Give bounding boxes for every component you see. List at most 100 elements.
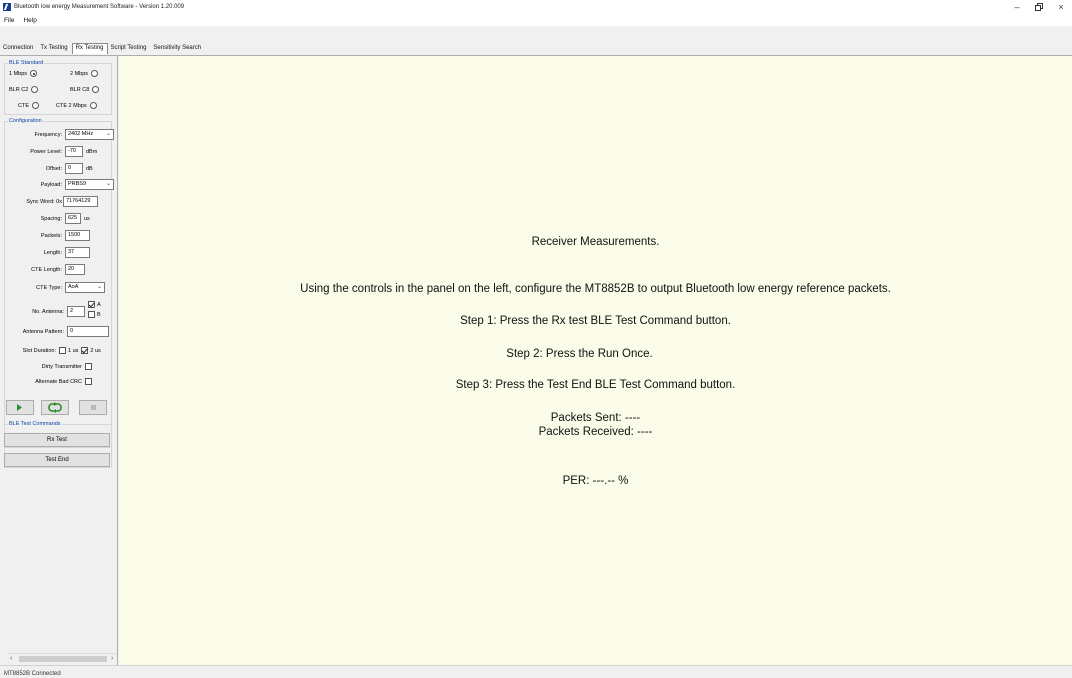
spacing-input[interactable]: 625 (65, 213, 81, 224)
slot-duration-label: Slot Duration: (22, 347, 56, 354)
antenna-a[interactable]: A (88, 301, 101, 308)
loop-icon (48, 402, 62, 413)
scrollbar-thumb[interactable] (19, 656, 107, 662)
spacing-row: Spacing: 625 us (4, 213, 90, 224)
cte-type-dropdown[interactable]: AoA ⌄ (65, 282, 105, 293)
radio-cte-label: CTE (18, 102, 29, 109)
radio-1mbps[interactable]: 1 Mbps (9, 70, 38, 77)
chevron-down-icon: ⌄ (96, 284, 102, 290)
window-title: Bluetooth low energy Measurement Softwar… (14, 4, 185, 10)
chevron-down-icon: ⌄ (105, 131, 111, 137)
stop-icon (90, 405, 96, 410)
packets-input[interactable]: 1500 (65, 230, 90, 241)
frequency-row: Frequency: 2402 MHz ⌄ (4, 129, 114, 140)
radio-blr-c2[interactable]: BLR C2 (9, 86, 39, 93)
radio-blr-c8-button[interactable] (92, 86, 100, 93)
ble-test-commands-title: BLE Test Commands (8, 421, 62, 428)
slot-1us-checkbox[interactable] (59, 347, 66, 354)
dirty-transmitter-label: Dirty Transmitter (41, 363, 82, 370)
stop-button[interactable] (79, 400, 107, 415)
menu-help[interactable]: Help (23, 17, 36, 24)
antennas-input[interactable]: 2 (67, 306, 85, 317)
run-continuous-button[interactable] (41, 400, 69, 415)
scroll-left-arrow-icon[interactable]: ‹ (10, 654, 12, 664)
radio-1mbps-button[interactable] (30, 70, 38, 77)
sync-word-input[interactable]: 71764129 (63, 196, 98, 207)
power-input[interactable]: -70 (65, 146, 83, 157)
length-input[interactable]: 37 (65, 247, 90, 258)
length-row: Length: 37 (4, 247, 90, 258)
step-2-text: Step 2: Press the Run Once. (506, 348, 653, 360)
panel-horizontal-scrollbar[interactable]: ‹ › (8, 653, 117, 664)
tab-bar: Connection Tx Testing Rx Testing Script … (0, 26, 1072, 54)
slot-2us-checkbox[interactable] (81, 347, 89, 354)
radio-2mbps[interactable]: 2 Mbps (70, 70, 99, 77)
radio-cte-2mbps[interactable]: CTE 2 Mbps (56, 102, 97, 109)
radio-2mbps-label: 2 Mbps (70, 70, 89, 77)
receiver-measurements-panel: Receiver Measurements. Using the control… (119, 56, 1072, 665)
tab-tx-testing[interactable]: Tx Testing (37, 43, 71, 54)
settings-panel: BLE Standard 1 Mbps 2 Mbps BLR C2 BLR C8… (0, 56, 118, 665)
radio-blr-c8[interactable]: BLR C8 (70, 86, 100, 93)
payload-row: Payload: PRBS9 ⌄ (4, 179, 114, 190)
step-1-text: Step 1: Press the Rx test BLE Test Comma… (460, 315, 731, 327)
radio-cte-button[interactable] (32, 102, 39, 109)
menu-file[interactable]: File (4, 17, 14, 24)
sync-word-row: Sync Word: 0x 71764129 (4, 196, 98, 207)
antenna-pattern-label: Antenna Pattern: (22, 328, 64, 335)
radio-2mbps-button[interactable] (91, 70, 99, 77)
tab-sensitivity-search[interactable]: Sensitivity Search (150, 43, 205, 54)
antenna-b-label: B (97, 311, 101, 318)
ble-standard-title: BLE Standard (8, 60, 45, 67)
payload-dropdown[interactable]: PRBS9 ⌄ (65, 179, 114, 190)
rx-test-button[interactable]: Rx Test (4, 433, 110, 447)
antenna-b-checkbox[interactable] (88, 311, 95, 318)
per-text: PER: ---.-- % (562, 475, 629, 487)
run-once-button[interactable] (6, 400, 34, 415)
maximize-button[interactable] (1028, 0, 1050, 14)
app-logo-icon (3, 3, 11, 11)
radio-blr-c2-button[interactable] (31, 86, 39, 93)
tab-script-testing[interactable]: Script Testing (108, 43, 151, 54)
slot-2us-label: 2 us (90, 347, 101, 354)
dirty-transmitter-checkbox[interactable] (85, 363, 92, 370)
tab-connection[interactable]: Connection (0, 43, 37, 54)
window-controls: – × (1006, 0, 1072, 14)
scroll-right-arrow-icon[interactable]: › (111, 654, 113, 664)
cte-length-label: CTE Length: (31, 266, 62, 273)
packets-label: Packets: (40, 232, 62, 239)
minimize-button[interactable]: – (1006, 0, 1028, 14)
cte-length-input[interactable]: 20 (65, 264, 85, 275)
spacing-label: Spacing: (40, 215, 62, 222)
alternate-bad-crc-checkbox[interactable] (85, 378, 92, 385)
slot-1us-label: 1 us (68, 347, 79, 354)
antenna-a-checkbox[interactable] (88, 301, 95, 308)
power-row: Power Level: -70 dBm (4, 146, 97, 157)
power-unit: dBm (86, 148, 98, 155)
packets-row: Packets: 1500 (4, 230, 90, 241)
frequency-dropdown[interactable]: 2402 MHz ⌄ (65, 129, 114, 140)
menu-bar: File Help (0, 14, 1072, 26)
connection-status: MT8852B Connected (4, 671, 61, 677)
status-bar: MT8852B Connected (0, 665, 1072, 678)
offset-input[interactable]: 0 (65, 163, 83, 174)
radio-cte[interactable]: CTE (18, 102, 39, 109)
packets-received-text: Packets Received: ---- (538, 426, 653, 438)
close-button[interactable]: × (1050, 0, 1072, 14)
test-end-button[interactable]: Test End (4, 453, 110, 467)
radio-cte-2mbps-button[interactable] (89, 102, 97, 109)
cte-length-row: CTE Length: 20 (4, 264, 85, 275)
packets-sent-text: Packets Sent: ---- (550, 412, 641, 424)
chevron-down-icon: ⌄ (105, 181, 111, 187)
tab-rx-testing[interactable]: Rx Testing (71, 43, 108, 54)
radio-1mbps-label: 1 Mbps (9, 70, 28, 77)
radio-cte-2mbps-label: CTE 2 Mbps (56, 102, 87, 109)
antenna-pattern-input[interactable]: 0 (67, 326, 109, 337)
antenna-b[interactable]: B (88, 311, 101, 318)
cte-type-row: CTE Type: AoA ⌄ (4, 282, 105, 293)
configuration-title: Configuration (8, 118, 43, 125)
antennas-label: No. Antenna: (32, 308, 64, 315)
antenna-a-label: A (97, 301, 101, 308)
measurements-heading: Receiver Measurements. (531, 236, 660, 248)
play-icon (17, 404, 22, 411)
